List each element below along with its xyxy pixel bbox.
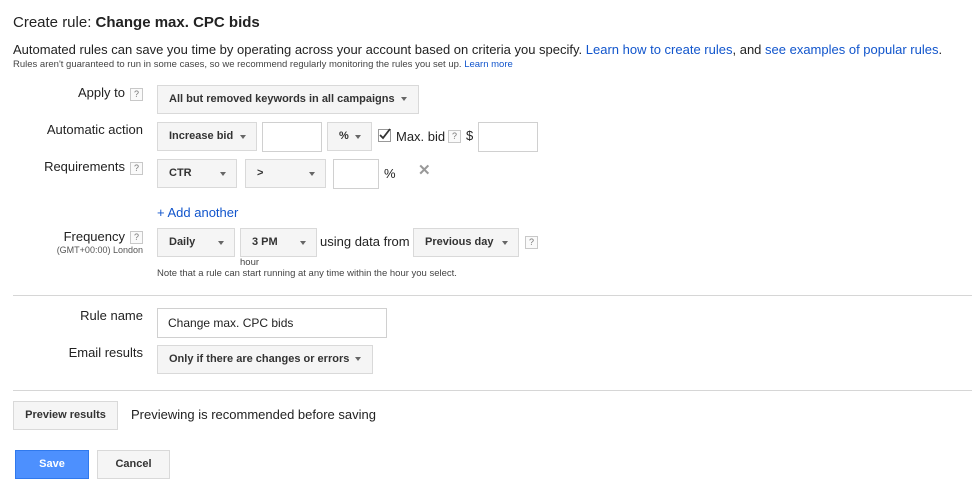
save-button[interactable]: Save — [15, 450, 89, 479]
description-end: . — [938, 42, 943, 57]
chevron-down-icon — [355, 357, 362, 362]
chevron-down-icon — [220, 172, 226, 176]
email-results-value: Only if there are changes or errors — [169, 353, 350, 365]
data-range-dropdown[interactable]: Previous day — [413, 228, 519, 257]
description-text: Automated rules can save you time by ope… — [13, 42, 586, 57]
description-mid: , and — [732, 42, 766, 57]
requirement-operator-value: > — [257, 167, 264, 179]
requirement-unit: % — [384, 166, 396, 181]
title-prefix: Create rule: — [13, 14, 96, 31]
action-type-dropdown[interactable]: Increase bid — [157, 122, 257, 151]
learn-more-link[interactable]: Learn more — [464, 59, 513, 70]
learn-how-link[interactable]: Learn how to create rules — [586, 42, 733, 57]
rule-title-name: Change max. CPC bids — [95, 14, 260, 31]
apply-to-value: All but removed keywords in all campaign… — [169, 93, 395, 105]
apply-to-dropdown[interactable]: All but removed keywords in all campaign… — [157, 85, 419, 114]
checkmark-icon — [379, 128, 391, 140]
hour-caption: hour — [240, 257, 260, 268]
examples-link[interactable]: see examples of popular rules — [765, 42, 938, 57]
bid-amount-input[interactable] — [262, 122, 322, 152]
max-bid-checkbox[interactable] — [378, 128, 391, 142]
page-title: Create rule: Change max. CPC bids — [13, 14, 260, 31]
monitoring-note: Rules aren't guaranteed to run in some c… — [13, 59, 513, 70]
frequency-period-dropdown[interactable]: Daily — [157, 228, 235, 257]
chevron-down-icon — [355, 135, 361, 139]
divider — [13, 390, 972, 391]
requirement-metric-value: CTR — [169, 167, 192, 179]
timezone-label: (GMT+00:00) London — [56, 245, 143, 255]
email-results-dropdown[interactable]: Only if there are changes or errors — [157, 345, 373, 374]
currency-symbol: $ — [466, 128, 474, 143]
apply-to-label: Apply to — [78, 85, 125, 100]
chevron-down-icon — [218, 241, 224, 245]
preview-results-button[interactable]: Preview results — [13, 401, 118, 430]
chevron-down-icon — [309, 172, 315, 176]
help-icon[interactable]: ? — [130, 231, 143, 244]
description: Automated rules can save you time by ope… — [13, 42, 942, 57]
rule-name-label: Rule name — [80, 308, 143, 323]
frequency-period-value: Daily — [169, 236, 196, 248]
cancel-button[interactable]: Cancel — [97, 450, 170, 479]
help-icon[interactable]: ? — [525, 236, 538, 249]
max-bid-input[interactable] — [478, 122, 538, 152]
frequency-note: Note that a rule can start running at an… — [157, 268, 457, 279]
bid-unit-dropdown[interactable]: % — [327, 122, 372, 151]
requirement-value-input[interactable] — [333, 159, 379, 189]
email-results-label: Email results — [68, 345, 143, 360]
preview-hint: Previewing is recommended before saving — [131, 407, 376, 422]
monitoring-note-text: Rules aren't guaranteed to run in some c… — [13, 59, 465, 70]
using-data-from-label: using data from — [320, 234, 410, 249]
frequency-hour-dropdown[interactable]: 3 PM — [240, 228, 317, 257]
help-icon[interactable]: ? — [130, 162, 143, 175]
add-another-link[interactable]: + Add another — [157, 205, 238, 220]
help-icon[interactable]: ? — [448, 130, 461, 143]
max-bid-label: Max. bid — [396, 129, 446, 144]
frequency-hour-value: 3 PM — [252, 236, 278, 248]
action-type-value: Increase bid — [169, 130, 234, 142]
data-range-value: Previous day — [425, 236, 494, 248]
requirement-metric-dropdown[interactable]: CTR — [157, 159, 237, 188]
requirements-label: Requirements — [44, 159, 125, 174]
remove-requirement-icon[interactable]: ✕ — [418, 161, 431, 179]
chevron-down-icon — [240, 135, 246, 139]
bid-unit-value: % — [339, 130, 349, 142]
frequency-label: Frequency — [63, 229, 125, 244]
chevron-down-icon — [502, 241, 508, 245]
chevron-down-icon — [400, 97, 407, 102]
rule-name-input[interactable] — [157, 308, 387, 338]
chevron-down-icon — [300, 241, 306, 245]
automatic-action-label: Automatic action — [46, 122, 143, 137]
help-icon[interactable]: ? — [130, 88, 143, 101]
divider — [13, 295, 972, 296]
requirement-operator-dropdown[interactable]: > — [245, 159, 326, 188]
